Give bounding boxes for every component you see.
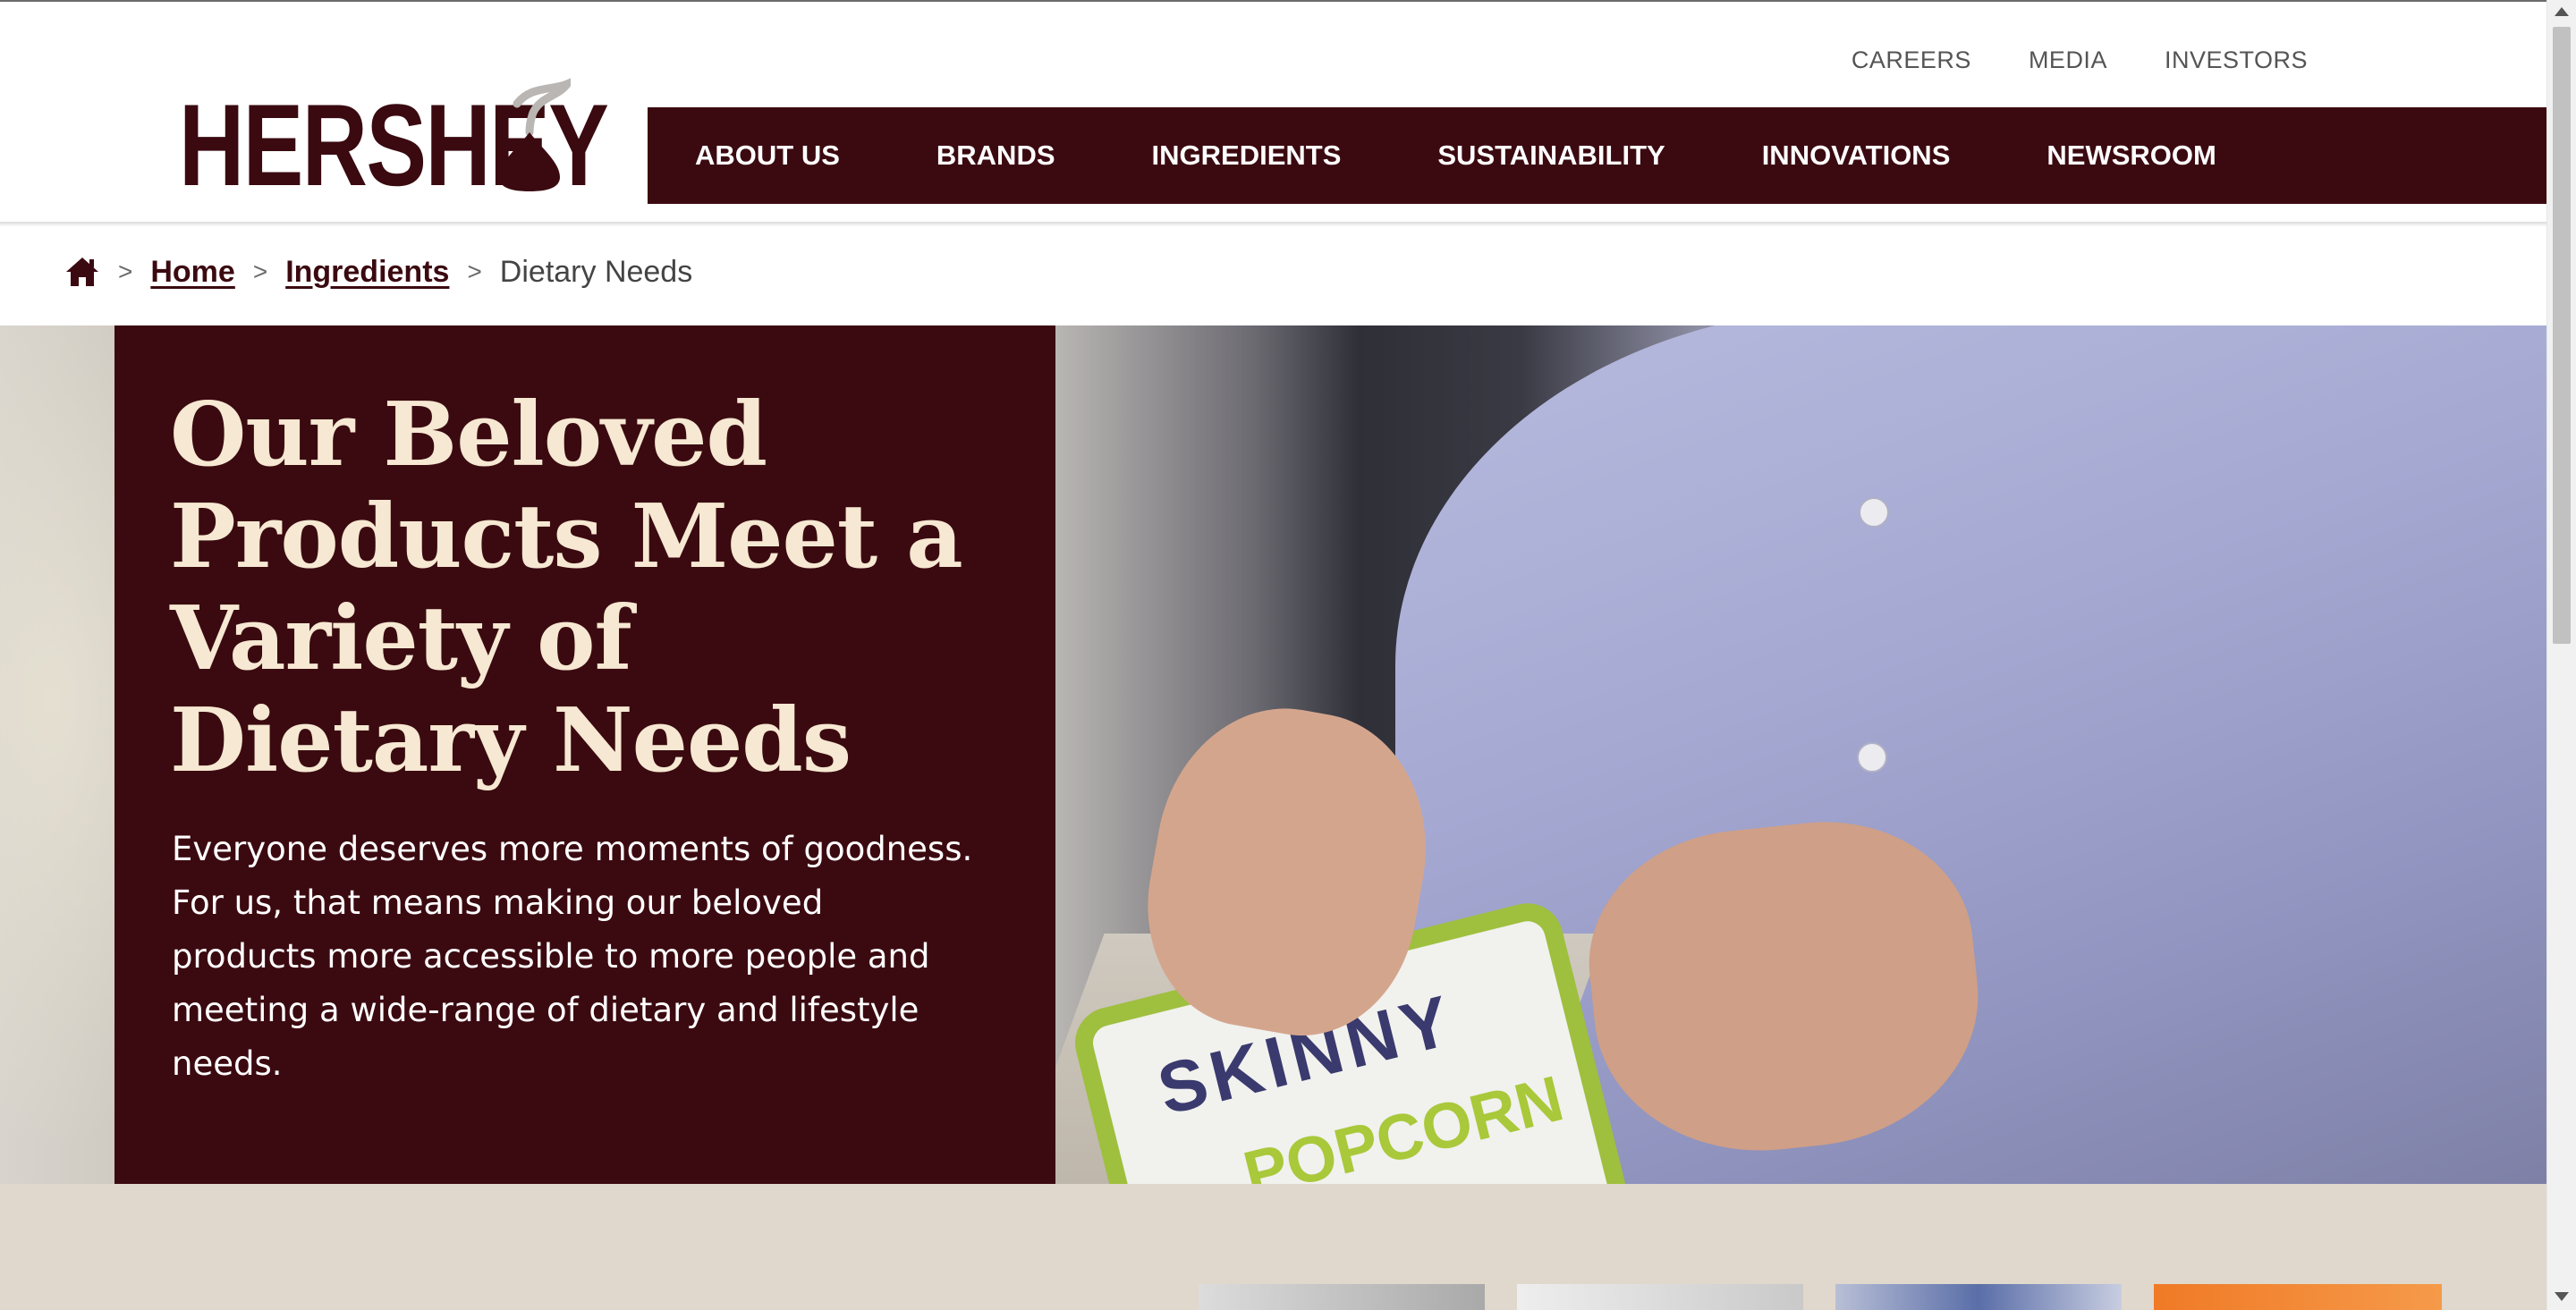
hero-image-shirt-button xyxy=(1857,742,1887,773)
card-thumbnail[interactable] xyxy=(1835,1284,2122,1310)
utility-link-careers[interactable]: CAREERS xyxy=(1852,46,1971,74)
hero-description: Everyone deserves more moments of goodne… xyxy=(172,830,973,1083)
hero-text-card: Our Beloved Products Meet a Variety of D… xyxy=(114,325,1055,1184)
hero-section: SKINNY POPCORN Our Beloved Products Meet… xyxy=(0,325,2547,1184)
breadcrumb-ingredients-link[interactable]: Ingredients xyxy=(285,255,449,290)
header-divider xyxy=(0,222,2547,227)
card-thumbnail[interactable] xyxy=(1199,1284,1485,1310)
scroll-up-arrow-icon[interactable] xyxy=(2555,7,2569,16)
utility-link-investors[interactable]: INVESTORS xyxy=(2165,46,2308,74)
vertical-scrollbar[interactable] xyxy=(2546,0,2576,1310)
breadcrumb-separator: > xyxy=(467,258,482,285)
home-icon[interactable] xyxy=(64,256,100,288)
nav-sustainability[interactable]: SUSTAINABILITY xyxy=(1437,139,1665,172)
nav-ingredients[interactable]: INGREDIENTS xyxy=(1152,139,1342,172)
scrollbar-thumb[interactable] xyxy=(2553,27,2571,644)
breadcrumb-home-link[interactable]: Home xyxy=(150,255,234,290)
nav-about-us[interactable]: ABOUT US xyxy=(695,139,840,172)
breadcrumb-separator: > xyxy=(252,258,268,285)
hershey-kiss-icon xyxy=(499,78,571,191)
breadcrumb: > Home > Ingredients > Dietary Needs xyxy=(64,243,692,300)
utility-link-media[interactable]: MEDIA xyxy=(2029,46,2107,74)
main-nav: ABOUT US BRANDS INGREDIENTS SUSTAINABILI… xyxy=(648,107,2547,204)
breadcrumb-current: Dietary Needs xyxy=(499,254,693,289)
nav-newsroom[interactable]: NEWSROOM xyxy=(2046,139,2216,172)
nav-brands[interactable]: BRANDS xyxy=(936,139,1055,172)
nav-innovations[interactable]: INNOVATIONS xyxy=(1762,139,1951,172)
hershey-logo[interactable]: HERSHEY xyxy=(179,78,728,203)
hero-title: Our Beloved Products Meet a Variety of D… xyxy=(170,384,963,792)
breadcrumb-separator: > xyxy=(118,258,133,285)
hero-image-shirt-button xyxy=(1859,497,1889,528)
card-thumbnail[interactable] xyxy=(1517,1284,1803,1310)
page: HERSHEY CAREERS MEDIA INVESTORS ABOUT US… xyxy=(0,0,2547,1310)
card-thumbnail[interactable] xyxy=(2154,1284,2442,1310)
site-header: HERSHEY CAREERS MEDIA INVESTORS ABOUT US… xyxy=(0,2,2547,224)
utility-nav: CAREERS MEDIA INVESTORS xyxy=(1852,46,2308,74)
scroll-down-arrow-icon[interactable] xyxy=(2555,1292,2569,1301)
